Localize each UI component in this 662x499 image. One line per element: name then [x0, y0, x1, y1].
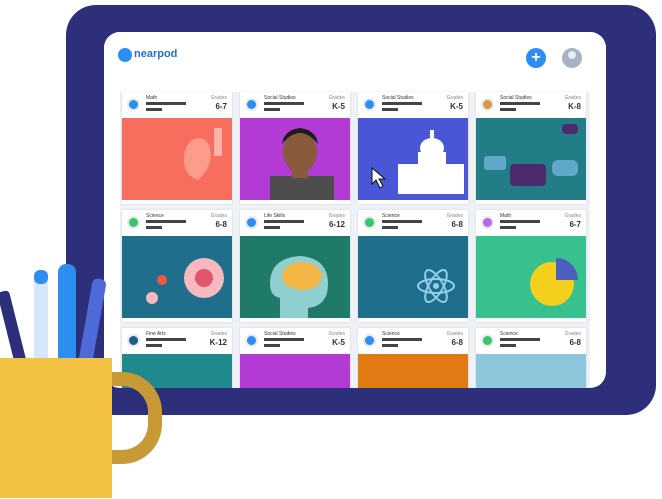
grades-value: K-5: [332, 102, 345, 111]
lesson-thumbnail: [358, 354, 468, 388]
subject-label: Life Skills: [264, 213, 286, 219]
lesson-thumbnail: [240, 118, 350, 200]
subject-dot-icon: [245, 334, 258, 347]
grades-value: 6-8: [451, 338, 463, 347]
grades-label: Grades: [328, 95, 345, 101]
logo-icon: [118, 48, 132, 62]
subject-dot-icon: [245, 216, 258, 229]
subject-label: Math: [146, 95, 158, 101]
grades-value: K-8: [568, 102, 581, 111]
lesson-card[interactable]: Social Studies Grades K-8: [476, 92, 586, 204]
subject-dot-icon: [363, 334, 376, 347]
grades-value: 6-7: [215, 102, 227, 111]
subject-label: Science: [500, 331, 518, 337]
grades-value: K-12: [209, 338, 227, 347]
subject-dot-icon: [127, 98, 140, 111]
lesson-card[interactable]: Science Grades 6-8: [122, 210, 232, 322]
lesson-card[interactable]: Science Grades 6-8: [358, 328, 468, 388]
subject-dot-icon: [363, 98, 376, 111]
grades-value: 6-8: [569, 338, 581, 347]
grades-label: Grades: [328, 213, 345, 219]
grades-value: 6-7: [569, 220, 581, 229]
lesson-thumbnail: [476, 118, 586, 200]
lesson-card[interactable]: Social Studies Grades K-5: [358, 92, 468, 204]
subject-label: Science: [146, 213, 164, 219]
grades-value: K-5: [332, 338, 345, 347]
lesson-thumbnail: [122, 236, 232, 318]
subject-label: Social Studies: [264, 95, 296, 101]
lesson-thumbnail: [240, 354, 350, 388]
subject-label: Science: [382, 331, 400, 337]
grades-label: Grades: [210, 213, 227, 219]
subject-label: Social Studies: [264, 331, 296, 337]
grades-value: 6-12: [328, 220, 345, 229]
lesson-thumbnail: [476, 236, 586, 318]
grades-label: Grades: [328, 331, 345, 337]
mug-icon: [0, 358, 112, 498]
lesson-thumbnail: [476, 354, 586, 388]
subject-label: Social Studies: [382, 95, 414, 101]
grades-label: Grades: [564, 213, 581, 219]
lesson-card[interactable]: Math Grades 6-7: [122, 92, 232, 204]
subject-label: Social Studies: [500, 95, 532, 101]
subject-label: Math: [500, 213, 512, 219]
lesson-thumbnail: [240, 236, 350, 318]
subject-dot-icon: [481, 216, 494, 229]
lesson-card[interactable]: Social Studies Grades K-5: [240, 328, 350, 388]
subject-dot-icon: [127, 334, 140, 347]
lesson-card[interactable]: Math Grades 6-7: [476, 210, 586, 322]
user-avatar-icon[interactable]: [562, 48, 582, 68]
lesson-card[interactable]: Social Studies Grades K-5: [240, 92, 350, 204]
grades-label: Grades: [446, 213, 463, 219]
lesson-thumbnail: [358, 236, 468, 318]
lesson-thumbnail: [122, 118, 232, 200]
grades-label: Grades: [210, 95, 227, 101]
grades-value: K-5: [450, 102, 463, 111]
subject-label: Science: [382, 213, 400, 219]
grades-label: Grades: [210, 331, 227, 337]
lesson-card[interactable]: Life Skills Grades 6-12: [240, 210, 350, 322]
top-bar: nearpod +: [104, 32, 606, 86]
add-button[interactable]: +: [526, 48, 546, 68]
lesson-card[interactable]: Science Grades 6-8: [358, 210, 468, 322]
subject-dot-icon: [245, 98, 258, 111]
subject-dot-icon: [363, 216, 376, 229]
grades-label: Grades: [564, 95, 581, 101]
grades-label: Grades: [446, 95, 463, 101]
lesson-thumbnail: [358, 118, 468, 200]
grades-label: Grades: [446, 331, 463, 337]
plus-icon: +: [531, 49, 541, 66]
subject-dot-icon: [481, 334, 494, 347]
subject-label: Fine Arts: [146, 331, 166, 337]
lesson-grid: Math Grades 6-7 Social Studies Grades K-…: [120, 92, 590, 388]
lesson-card[interactable]: Science Grades 6-8: [476, 328, 586, 388]
subject-dot-icon: [481, 98, 494, 111]
app-screen: nearpod + Math Grades 6-7 Social Studies…: [104, 32, 606, 388]
grades-value: 6-8: [215, 220, 227, 229]
grades-value: 6-8: [451, 220, 463, 229]
grades-label: Grades: [564, 331, 581, 337]
subject-dot-icon: [127, 216, 140, 229]
app-logo[interactable]: nearpod: [134, 48, 177, 60]
